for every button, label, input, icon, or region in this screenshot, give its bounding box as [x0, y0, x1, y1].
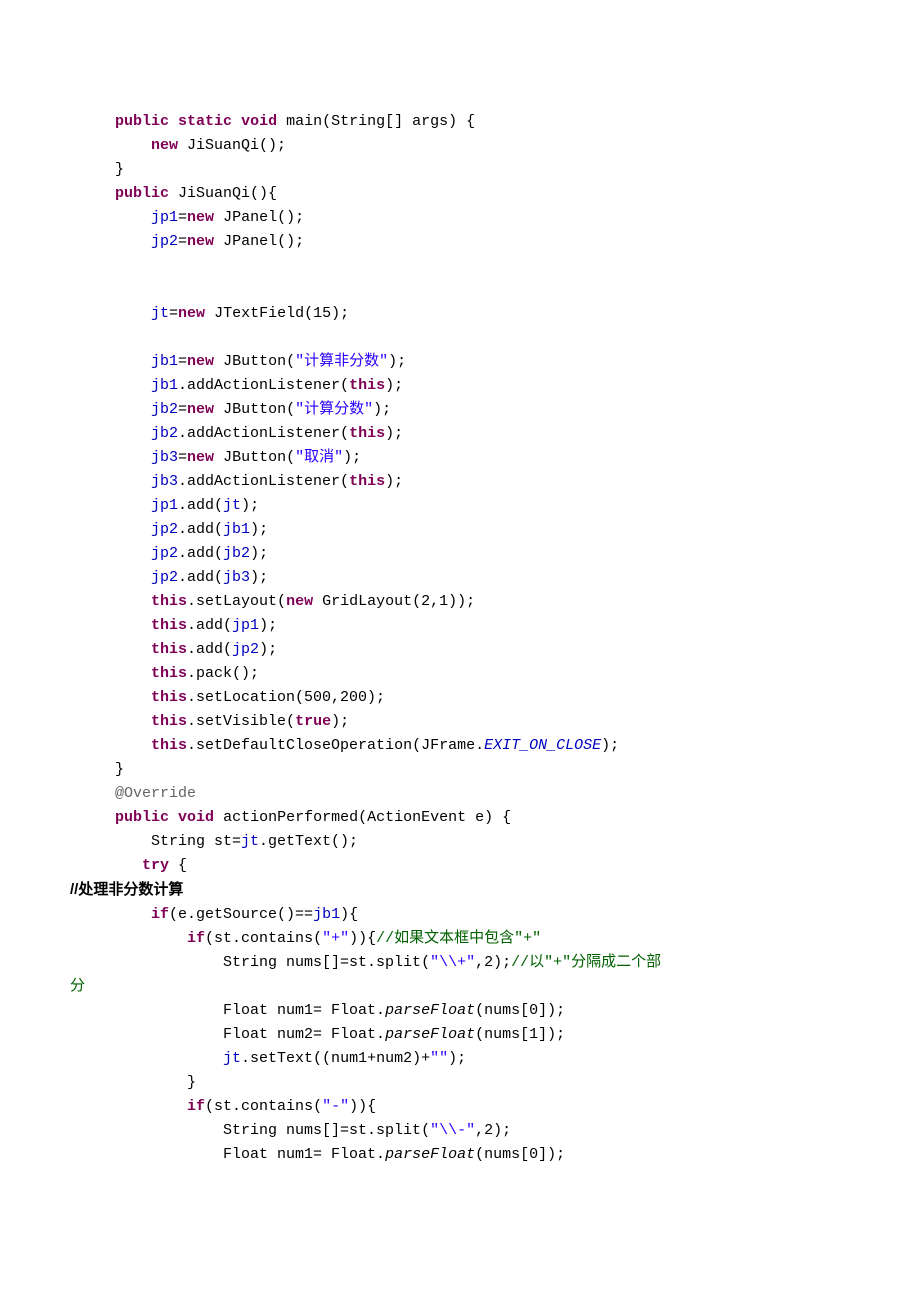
code-line: jb3=new JButton("取消"); [70, 449, 361, 466]
code-line: this.setLocation(500,200); [70, 689, 385, 706]
code-line: @Override [70, 785, 196, 802]
comment-heading: //处理非分数计算 [70, 881, 183, 898]
code-line: this.setDefaultCloseOperation(JFrame.EXI… [70, 737, 619, 754]
code-line: jp1=new JPanel(); [70, 209, 304, 226]
code-line: String st=jt.getText(); [70, 833, 358, 850]
code-line: } [70, 161, 124, 178]
code-line: jp2.add(jb3); [70, 569, 268, 586]
code-line: jb2=new JButton("计算分数"); [70, 401, 391, 418]
code-line [70, 329, 79, 346]
code-line: } [70, 761, 124, 778]
code-line: } [70, 1074, 196, 1091]
code-line: this.add(jp2); [70, 641, 277, 658]
code-line: public static void main(String[] args) { [70, 113, 475, 130]
code-line: jb2.addActionListener(this); [70, 425, 403, 442]
code-block: public static void main(String[] args) {… [70, 110, 850, 1167]
code-line: this.setLayout(new GridLayout(2,1)); [70, 593, 475, 610]
code-line: Float num2= Float.parseFloat(nums[1]); [70, 1026, 565, 1043]
code-line: jp2.add(jb2); [70, 545, 268, 562]
code-line: new JiSuanQi(); [70, 137, 286, 154]
code-line: this.add(jp1); [70, 617, 277, 634]
document-page: public static void main(String[] args) {… [0, 0, 920, 1302]
code-line: if(st.contains("+")){//如果文本框中包含"+" [70, 930, 541, 947]
code-line: String nums[]=st.split("\\+",2);//以"+"分隔… [70, 954, 661, 971]
code-line: jb3.addActionListener(this); [70, 473, 403, 490]
code-line: try { [70, 857, 187, 874]
code-line: jp2.add(jb1); [70, 521, 268, 538]
code-line: if(e.getSource()==jb1){ [70, 906, 358, 923]
code-line: jt=new JTextField(15); [70, 305, 349, 322]
code-line: jb1.addActionListener(this); [70, 377, 403, 394]
code-line [70, 257, 79, 274]
code-line: jt.setText((num1+num2)+""); [70, 1050, 466, 1067]
code-line: public void actionPerformed(ActionEvent … [70, 809, 511, 826]
code-line: String nums[]=st.split("\\-",2); [70, 1122, 511, 1139]
code-line: this.setVisible(true); [70, 713, 349, 730]
code-line: jp2=new JPanel(); [70, 233, 304, 250]
code-line: 分 [70, 978, 85, 995]
code-line: jp1.add(jt); [70, 497, 259, 514]
code-line: Float num1= Float.parseFloat(nums[0]); [70, 1002, 565, 1019]
code-line: if(st.contains("-")){ [70, 1098, 376, 1115]
code-line [70, 281, 79, 298]
code-line: public JiSuanQi(){ [70, 185, 277, 202]
code-line: this.pack(); [70, 665, 259, 682]
code-line: Float num1= Float.parseFloat(nums[0]); [70, 1146, 565, 1163]
code-line: jb1=new JButton("计算非分数"); [70, 353, 406, 370]
